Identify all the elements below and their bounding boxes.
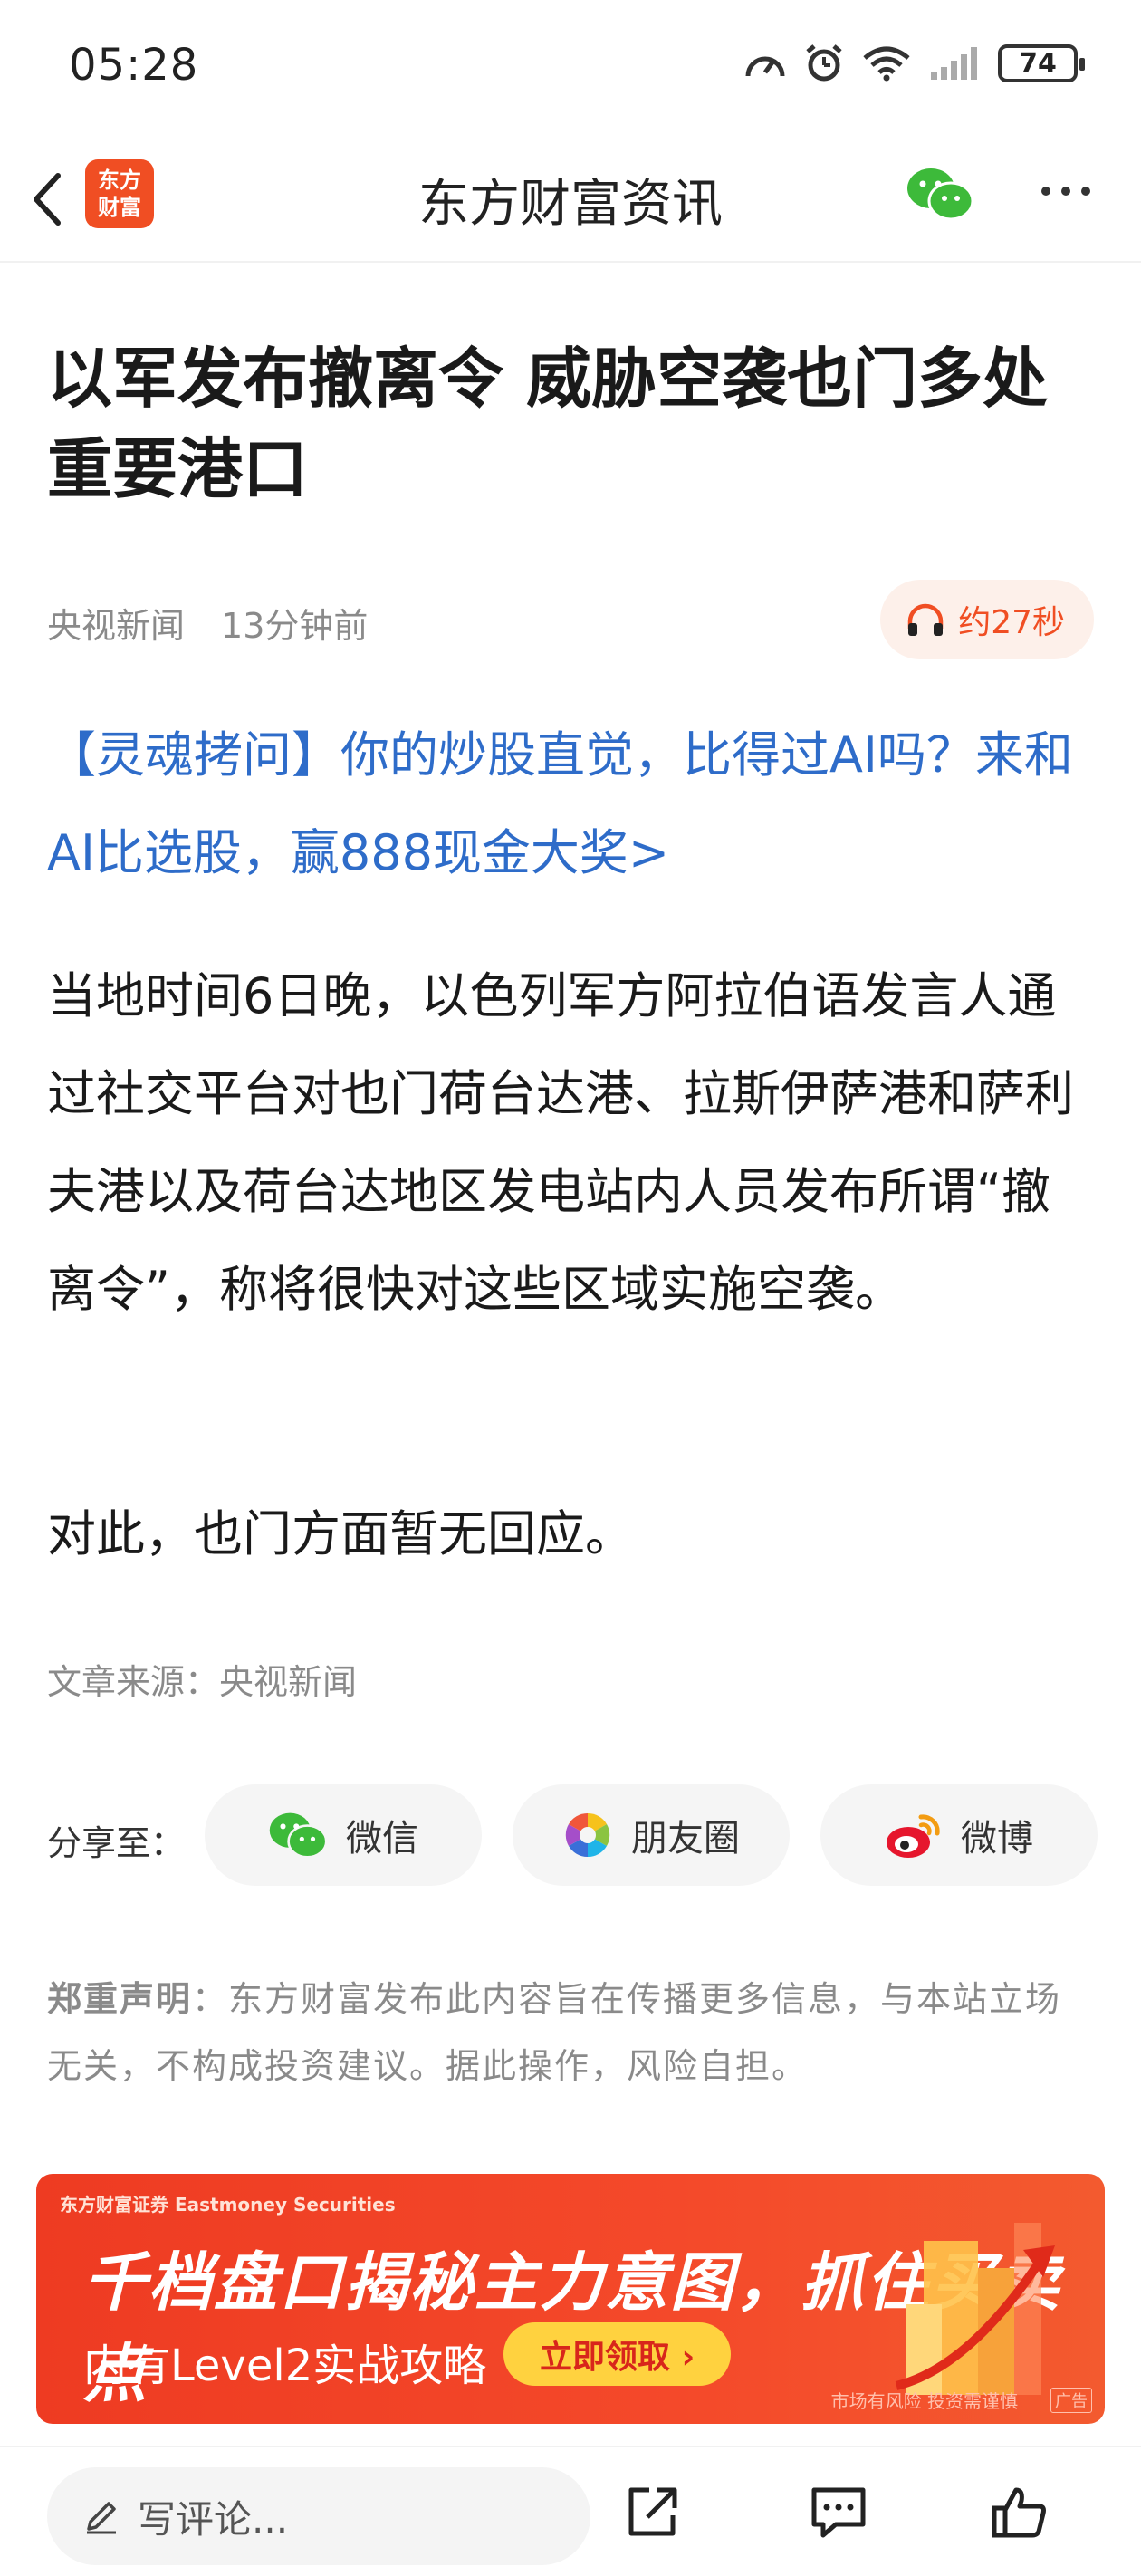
comment-icon (811, 2487, 866, 2538)
article-paragraph: 对此，也门方面暂无回应。 (47, 1505, 634, 1562)
comment-placeholder: 写评论... (138, 2496, 289, 2542)
comment-input[interactable]: 写评论... (47, 2467, 590, 2565)
speed-icon (744, 45, 786, 82)
pencil-icon (87, 2502, 116, 2534)
bottom-bar: 写评论... (0, 2446, 1141, 2576)
listen-audio-button[interactable]: 约27秒 (880, 580, 1094, 659)
ad-chart-illustration (895, 2223, 1055, 2395)
disclaimer-text: ：东方财富发布此内容旨在传播更多信息，与本站立场无关，不构成投资建议。据此操作，… (47, 1979, 1062, 2086)
promo-link[interactable]: 【灵魂拷问】你的炒股直觉，比得过AI吗？来和AI比选股，赢888现金大奖> (47, 706, 1107, 902)
ad-banner[interactable]: 东方财富证券 Eastmoney Securities 千档盘口揭秘主力意图，抓… (36, 2174, 1105, 2424)
ad-brand: 东方财富证券 Eastmoney Securities (60, 2194, 396, 2216)
wechat-icon (269, 1812, 328, 1859)
nav-bar: 东方 财富 东方财富资讯 (0, 136, 1141, 263)
wechat-icon (907, 168, 974, 221)
article-meta: 央视新闻 13分钟前 (47, 598, 368, 648)
share-icon (628, 2487, 677, 2536)
article-paragraph: 当地时间6日晚，以色列军方阿拉伯语发言人通过社交平台对也门荷台达港、拉斯伊萨港和… (47, 967, 1074, 1318)
battery-icon: 74 (998, 44, 1085, 82)
ad-cta-button[interactable]: 立即领取 › (503, 2322, 732, 2386)
article-title: 以军发布撤离令 威胁空袭也门多处重要港口 (47, 341, 1049, 507)
status-icons: 74 (744, 43, 1085, 83)
article-source: 文章来源：央视新闻 (47, 1662, 358, 1702)
article-time: 13分钟前 (221, 606, 369, 646)
wifi-icon (862, 45, 911, 82)
headphones-icon (907, 603, 944, 636)
share-wechat-label: 微信 (346, 1818, 418, 1860)
like-button[interactable] (983, 2476, 1056, 2549)
weibo-icon (887, 1814, 940, 1858)
disclaimer-title: 郑重声明 (47, 1979, 193, 2019)
share-weibo-button[interactable]: 微博 (820, 1784, 1098, 1886)
share-row: 分享至： 微信 朋友圈 微博 (47, 1784, 1098, 1886)
battery-level: 74 (1019, 47, 1057, 80)
ad-tag: 广告 (1050, 2388, 1092, 2413)
more-icon (1041, 187, 1050, 196)
share-button[interactable] (616, 2476, 688, 2549)
audio-duration: 约27秒 (958, 604, 1065, 641)
share-label: 分享至： (47, 1823, 186, 1863)
more-button[interactable] (1041, 187, 1090, 196)
ad-subline: 内有Level2实战攻略 (83, 2341, 487, 2391)
status-time: 05:28 (69, 40, 199, 91)
share-moments-label: 朋友圈 (631, 1818, 740, 1860)
signal-icon (929, 45, 980, 82)
thumbs-up-icon (992, 2487, 1046, 2538)
share-weibo-label: 微博 (961, 1818, 1033, 1860)
share-wechat-button[interactable]: 微信 (205, 1784, 482, 1886)
disclaimer: 郑重声明：东方财富发布此内容旨在传播更多信息，与本站立场无关，不构成投资建议。据… (47, 1966, 1098, 2100)
alarm-icon (804, 43, 844, 83)
moments-icon (565, 1812, 610, 1858)
share-moments-button[interactable]: 朋友圈 (513, 1784, 790, 1886)
article-source-name: 央视新闻 (47, 606, 186, 646)
wechat-share-button[interactable] (906, 165, 974, 226)
status-bar: 05:28 74 (0, 0, 1141, 136)
comments-button[interactable] (802, 2476, 875, 2549)
ad-risk-notice: 市场有风险 投资需谨慎 (830, 2390, 1018, 2412)
